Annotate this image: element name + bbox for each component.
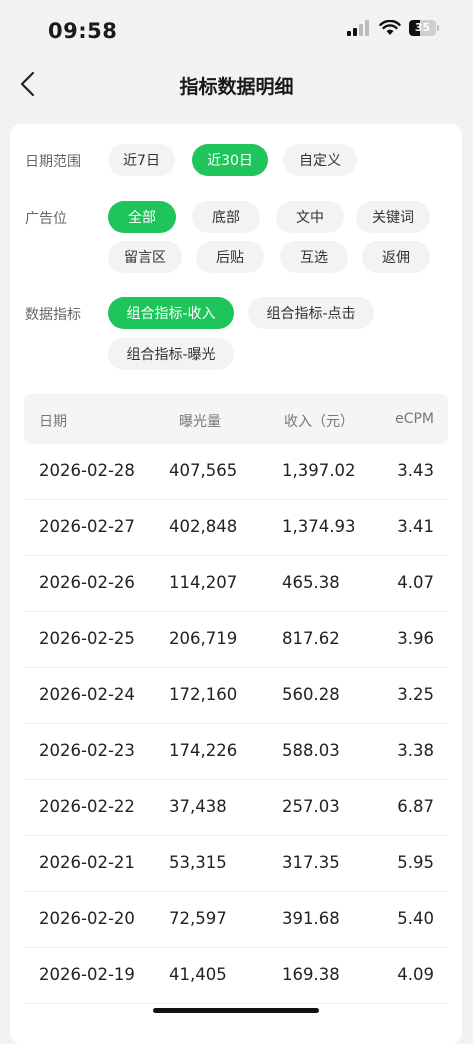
nav-bar: 指标数据明细 bbox=[0, 62, 473, 108]
signal-icon bbox=[347, 20, 369, 36]
cell-impressions: 407,565 bbox=[169, 461, 238, 480]
filter-and-table-card: 日期范围 近7日 近30日 自定义 广告位 全部 底部 文中 关键词 留言区 后… bbox=[10, 124, 462, 1044]
status-time: 09:58 bbox=[48, 19, 118, 43]
cell-revenue: 257.03 bbox=[282, 797, 340, 816]
chip-in-article[interactable]: 文中 bbox=[276, 201, 344, 233]
cell-ecpm: 3.41 bbox=[397, 517, 434, 536]
cell-date: 2026-02-25 bbox=[39, 629, 135, 648]
chip-commission[interactable]: 返佣 bbox=[362, 241, 430, 273]
cell-revenue: 560.28 bbox=[282, 685, 340, 704]
cell-date: 2026-02-26 bbox=[39, 573, 135, 592]
cell-impressions: 172,160 bbox=[169, 685, 238, 704]
chip-metric-clicks[interactable]: 组合指标-点击 bbox=[248, 297, 374, 329]
cell-ecpm: 3.38 bbox=[397, 741, 434, 760]
cell-impressions: 114,207 bbox=[169, 573, 238, 592]
table-row: 2026-02-19 41,405 169.38 4.09 bbox=[24, 948, 448, 1004]
date-range-label: 日期范围 bbox=[25, 154, 81, 170]
cell-revenue: 817.62 bbox=[282, 629, 340, 648]
status-bar: 09:58 35 bbox=[0, 0, 473, 62]
col-date-header: 日期 bbox=[39, 414, 67, 430]
cell-impressions: 206,719 bbox=[169, 629, 238, 648]
cell-ecpm: 3.43 bbox=[397, 461, 434, 480]
cell-ecpm: 5.95 bbox=[397, 853, 434, 872]
page-title: 指标数据明细 bbox=[179, 76, 294, 98]
cell-impressions: 402,848 bbox=[169, 517, 238, 536]
cell-ecpm: 5.40 bbox=[397, 909, 434, 928]
cell-impressions: 37,438 bbox=[169, 797, 227, 816]
metrics-label: 数据指标 bbox=[25, 307, 81, 323]
cell-ecpm: 4.07 bbox=[397, 573, 434, 592]
cell-revenue: 588.03 bbox=[282, 741, 340, 760]
table-row: 2026-02-21 53,315 317.35 5.95 bbox=[24, 836, 448, 892]
col-ecpm-header: eCPM bbox=[395, 411, 434, 427]
cell-impressions: 174,226 bbox=[169, 741, 238, 760]
chip-metric-impressions[interactable]: 组合指标-曝光 bbox=[108, 338, 234, 370]
status-icons: 35 bbox=[347, 20, 439, 36]
table-row: 2026-02-25 206,719 817.62 3.96 bbox=[24, 612, 448, 668]
cell-date: 2026-02-22 bbox=[39, 797, 135, 816]
cell-ecpm: 3.25 bbox=[397, 685, 434, 704]
cell-date: 2026-02-23 bbox=[39, 741, 135, 760]
cell-date: 2026-02-20 bbox=[39, 909, 135, 928]
chip-custom[interactable]: 自定义 bbox=[283, 144, 357, 176]
cell-date: 2026-02-28 bbox=[39, 461, 135, 480]
cell-date: 2026-02-27 bbox=[39, 517, 135, 536]
table-header: 日期 曝光量 收入（元） eCPM bbox=[24, 394, 448, 444]
table-row: 2026-02-20 72,597 391.68 5.40 bbox=[24, 892, 448, 948]
chip-keyword[interactable]: 关键词 bbox=[356, 201, 430, 233]
chip-comment-area[interactable]: 留言区 bbox=[108, 241, 182, 273]
cell-revenue: 391.68 bbox=[282, 909, 340, 928]
table-row: 2026-02-24 172,160 560.28 3.25 bbox=[24, 668, 448, 724]
cell-date: 2026-02-24 bbox=[39, 685, 135, 704]
chip-all[interactable]: 全部 bbox=[108, 201, 176, 233]
cell-date: 2026-02-19 bbox=[39, 965, 135, 984]
ad-position-label: 广告位 bbox=[25, 211, 67, 227]
chip-mutual-select[interactable]: 互选 bbox=[280, 241, 348, 273]
battery-icon: 35 bbox=[409, 20, 439, 36]
col-revenue-header: 收入（元） bbox=[284, 414, 354, 430]
cell-impressions: 53,315 bbox=[169, 853, 227, 872]
battery-level: 35 bbox=[414, 21, 431, 34]
cell-ecpm: 3.96 bbox=[397, 629, 434, 648]
table-row: 2026-02-27 402,848 1,374.93 3.41 bbox=[24, 500, 448, 556]
chip-post-roll[interactable]: 后贴 bbox=[196, 241, 264, 273]
home-indicator[interactable] bbox=[153, 1008, 319, 1013]
cell-revenue: 1,374.93 bbox=[282, 517, 356, 536]
table-row: 2026-02-22 37,438 257.03 6.87 bbox=[24, 780, 448, 836]
table-row: 2026-02-28 407,565 1,397.02 3.43 bbox=[24, 444, 448, 500]
table-row: 2026-02-26 114,207 465.38 4.07 bbox=[24, 556, 448, 612]
cell-date: 2026-02-21 bbox=[39, 853, 135, 872]
cell-impressions: 41,405 bbox=[169, 965, 227, 984]
col-impressions-header: 曝光量 bbox=[179, 414, 221, 430]
cell-revenue: 465.38 bbox=[282, 573, 340, 592]
chip-metric-revenue[interactable]: 组合指标-收入 bbox=[108, 297, 234, 329]
table-row: 2026-02-23 174,226 588.03 3.38 bbox=[24, 724, 448, 780]
cell-revenue: 317.35 bbox=[282, 853, 340, 872]
chip-bottom[interactable]: 底部 bbox=[192, 201, 260, 233]
cell-ecpm: 4.09 bbox=[397, 965, 434, 984]
chip-last-30-days[interactable]: 近30日 bbox=[192, 144, 268, 176]
cell-impressions: 72,597 bbox=[169, 909, 227, 928]
cell-revenue: 1,397.02 bbox=[282, 461, 356, 480]
cell-ecpm: 6.87 bbox=[397, 797, 434, 816]
wifi-icon bbox=[379, 20, 401, 35]
cell-revenue: 169.38 bbox=[282, 965, 340, 984]
chip-last-7-days[interactable]: 近7日 bbox=[108, 144, 175, 176]
